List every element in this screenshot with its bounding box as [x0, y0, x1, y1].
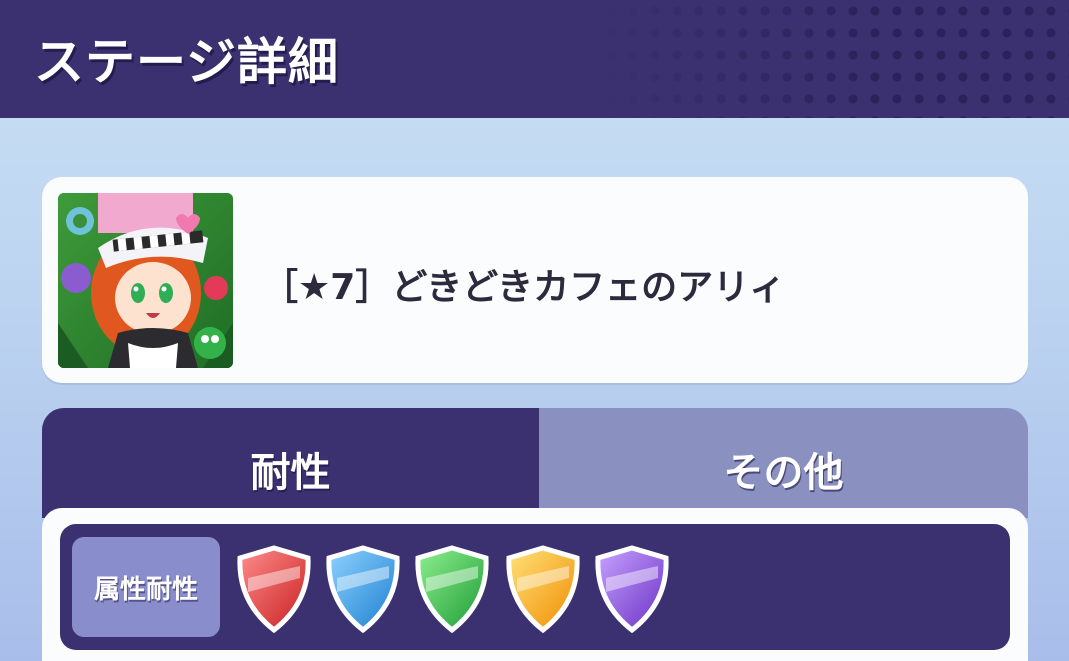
- yellow-shield-icon: [503, 544, 583, 634]
- tab-bar: 耐性 その他: [42, 408, 1028, 518]
- green-shield-icon: [412, 544, 492, 634]
- header-bar: ステージ詳細: [0, 0, 1069, 118]
- header-dot-pattern: [600, 0, 1069, 118]
- purple-shield-icon: [592, 544, 672, 634]
- tab-other[interactable]: その他: [539, 408, 1028, 518]
- page-title: ステージ詳細: [34, 33, 339, 91]
- attribute-resistance-label: 属性耐性: [72, 537, 220, 637]
- tab-resistance[interactable]: 耐性: [42, 408, 539, 518]
- red-shield-icon: [234, 544, 314, 634]
- stage-name: ［★7］どきどきカフェのアリィ: [262, 267, 786, 308]
- character-portrait-icon[interactable]: [58, 193, 233, 368]
- blue-shield-icon: [323, 544, 403, 634]
